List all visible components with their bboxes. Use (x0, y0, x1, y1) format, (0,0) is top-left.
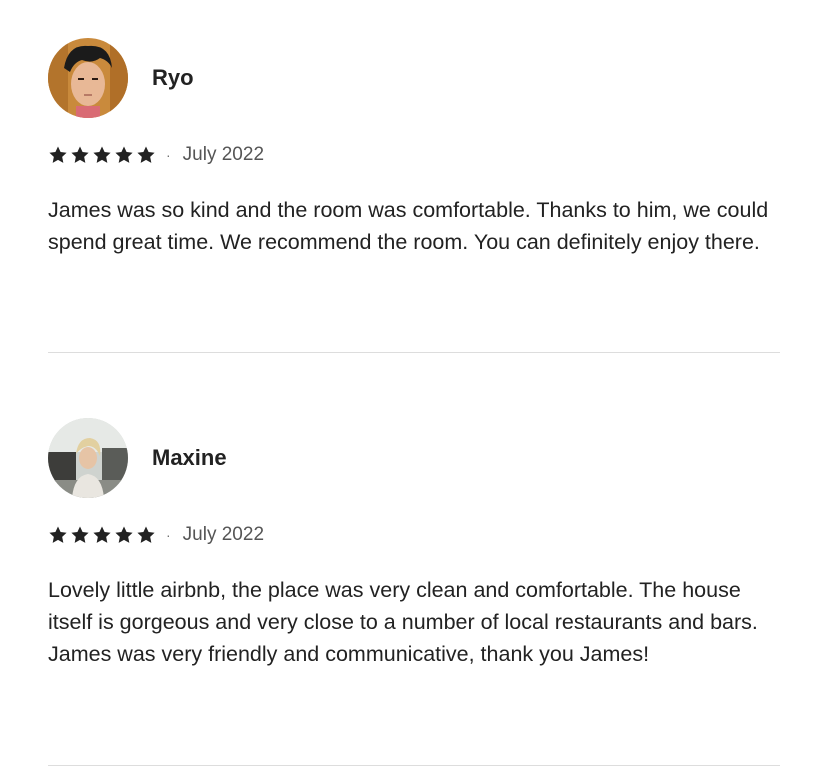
star-rating (48, 145, 158, 165)
review-meta: · July 2022 (48, 144, 264, 166)
avatar-photo-ryo (48, 38, 128, 118)
reviewer-avatar[interactable] (48, 418, 128, 498)
star-icon (137, 526, 155, 543)
star-icon (137, 146, 155, 163)
reviewer-name: Maxine (152, 445, 227, 470)
review-date: July 2022 (182, 524, 265, 545)
separator-dot: · (166, 147, 171, 163)
review-meta: · July 2022 (48, 524, 264, 546)
star-rating (48, 525, 158, 545)
star-icon (71, 146, 89, 163)
star-icon (49, 526, 67, 543)
star-icon (115, 526, 133, 543)
reviewer-name: Ryo (152, 65, 194, 90)
review-header: Ryo (48, 38, 780, 118)
star-icon (49, 146, 67, 163)
star-icon (71, 526, 89, 543)
star-icon (93, 526, 111, 543)
review-card: Maxine · July 2022 Lovely little airbnb,… (48, 418, 780, 666)
review-card: Ryo · July 2022 James was so kind and th… (48, 38, 780, 254)
reviewer-avatar[interactable] (48, 38, 128, 118)
separator-dot: · (166, 527, 171, 543)
divider (48, 352, 780, 353)
review-text: James was so kind and the room was comfo… (48, 198, 769, 254)
review-date: July 2022 (182, 144, 265, 165)
review-text: Lovely little airbnb, the place was very… (48, 578, 758, 666)
star-icon (93, 146, 111, 163)
star-icon (115, 146, 133, 163)
avatar-photo-maxine (48, 418, 128, 498)
divider (48, 765, 780, 766)
review-header: Maxine (48, 418, 780, 498)
